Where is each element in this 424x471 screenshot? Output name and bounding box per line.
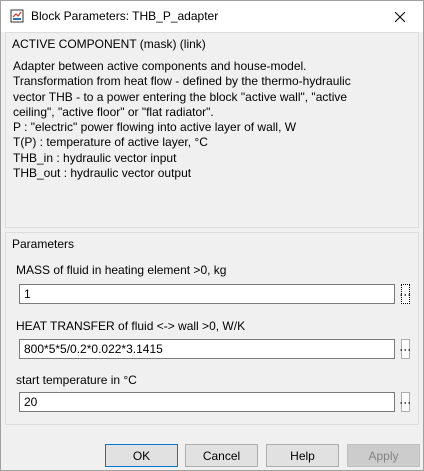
start-temperature-label: start temperature in °C: [16, 373, 137, 387]
description-group-title: ACTIVE COMPONENT (mask) (link): [12, 37, 206, 51]
ok-button[interactable]: OK: [105, 444, 178, 467]
block-parameters-icon: [10, 9, 24, 23]
ellipsis-icon: ⋮: [398, 396, 413, 408]
title-bar: Block Parameters: THB_P_adapter: [1, 1, 423, 32]
mass-input[interactable]: [19, 284, 395, 304]
dialog-window: Block Parameters: THB_P_adapter ACTIVE C…: [0, 0, 424, 471]
heat-transfer-more-button[interactable]: ⋮: [398, 339, 413, 359]
help-button[interactable]: Help: [266, 444, 339, 467]
start-temperature-input[interactable]: [19, 392, 395, 412]
close-button[interactable]: [377, 1, 423, 32]
heat-transfer-input[interactable]: [19, 339, 395, 359]
apply-button[interactable]: Apply: [347, 444, 420, 467]
cancel-button[interactable]: Cancel: [185, 444, 258, 467]
start-temperature-more-button[interactable]: ⋮: [398, 392, 413, 412]
close-icon: [395, 11, 405, 22]
mass-label: MASS of fluid in heating element >0, kg: [16, 263, 227, 277]
ellipsis-icon: ⋮: [398, 288, 413, 300]
window-title: Block Parameters: THB_P_adapter: [31, 9, 219, 23]
parameters-group: Parameters MASS of fluid in heating elem…: [5, 232, 419, 425]
mass-more-button[interactable]: ⋮: [398, 284, 413, 304]
description-group: ACTIVE COMPONENT (mask) (link) Adapter b…: [5, 32, 419, 228]
block-description: Adapter between active components and ho…: [13, 59, 351, 181]
heat-transfer-label: HEAT TRANSFER of fluid <-> wall >0, W/K: [16, 319, 246, 333]
parameters-group-title: Parameters: [12, 237, 75, 251]
ellipsis-icon: ⋮: [398, 343, 413, 355]
